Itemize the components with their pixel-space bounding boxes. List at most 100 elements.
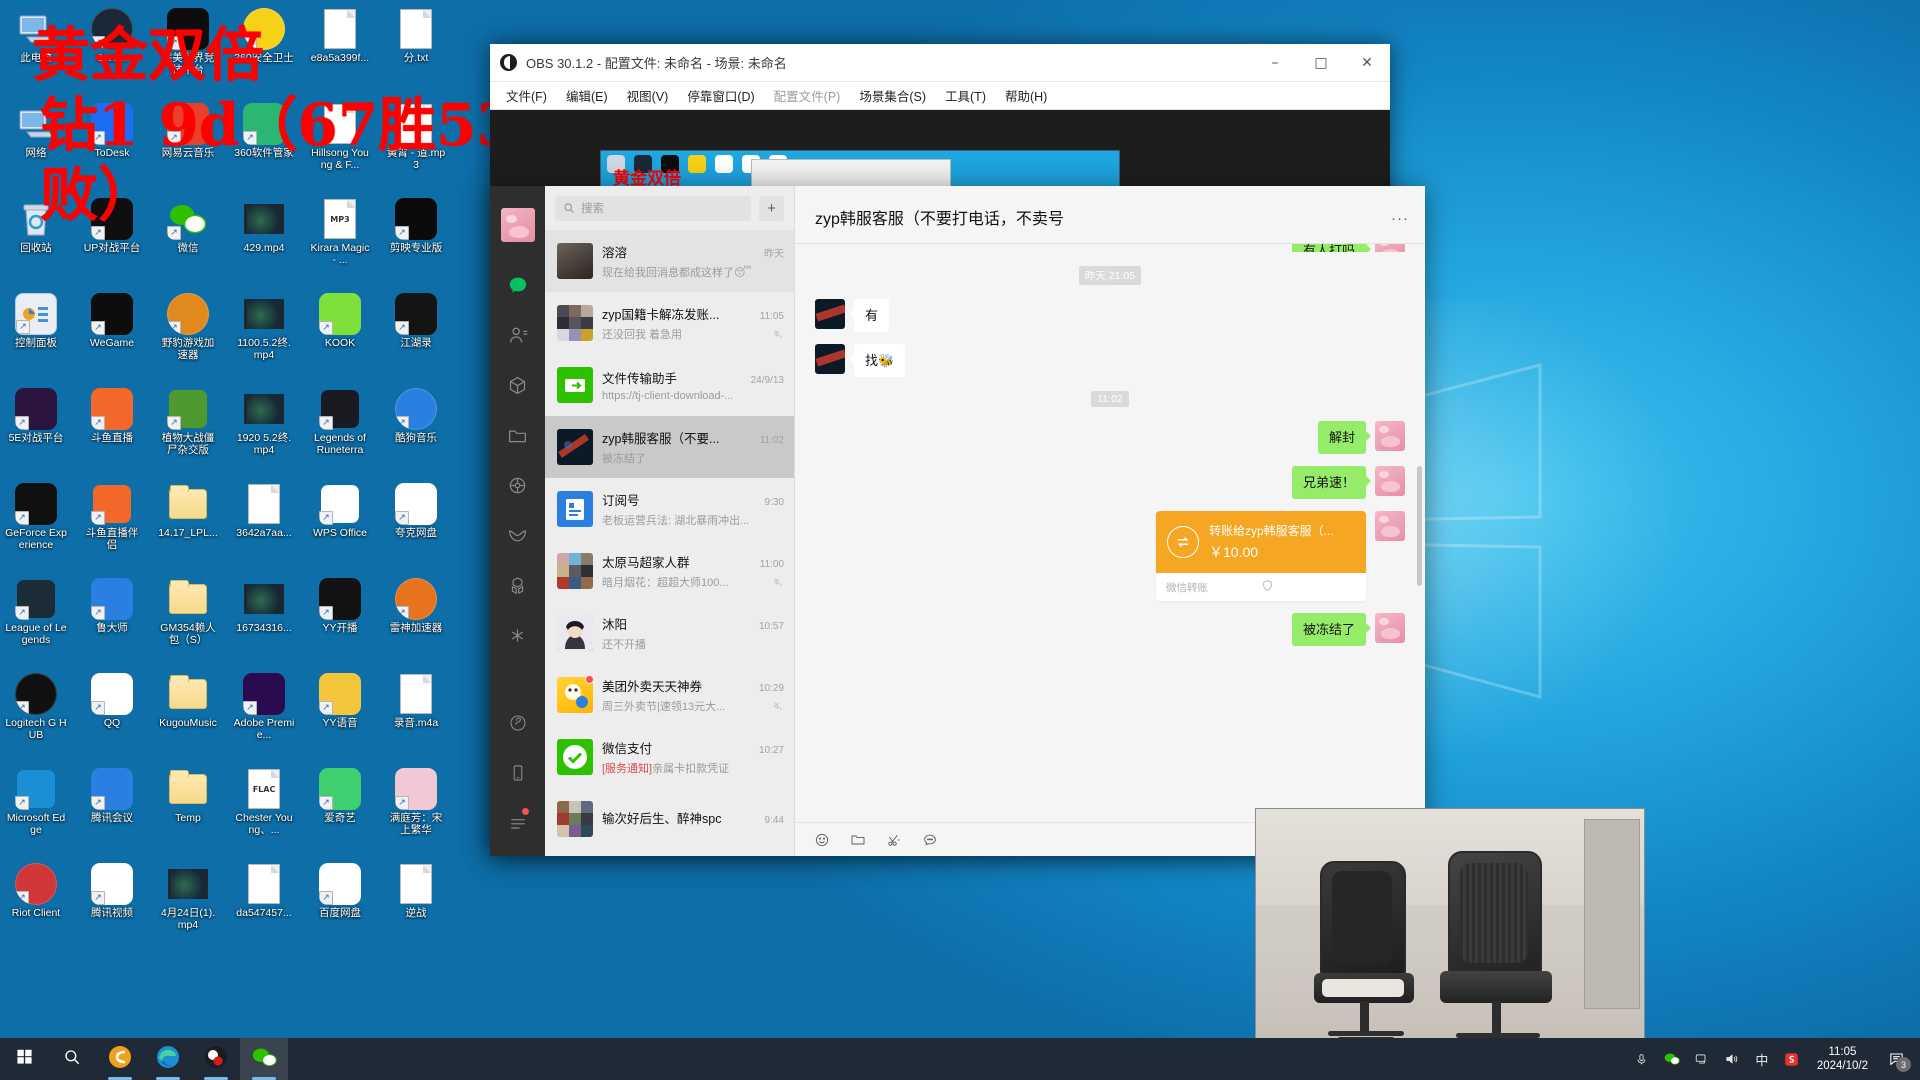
obs-close-button[interactable]: ✕ xyxy=(1344,44,1390,82)
obs-minimize-button[interactable]: – xyxy=(1252,44,1298,82)
wechat-search-row[interactable]: 搜索 + xyxy=(545,186,794,230)
desktop-icon[interactable]: 429.mp4 xyxy=(233,198,295,293)
add-button[interactable]: + xyxy=(759,195,784,221)
desktop-icon[interactable]: ↗ Microsoft Edge xyxy=(5,768,67,863)
desktop-icon[interactable]: ↗ 酷狗音乐 xyxy=(385,388,447,483)
desktop-icon[interactable]: ↗ ToDesk xyxy=(81,103,143,198)
desktop-icon[interactable]: ↗ 满庭芳：宋上繁华 xyxy=(385,768,447,863)
desktop-icon[interactable]: 16734316... xyxy=(233,578,295,673)
desktop-icon[interactable]: ↗ 控制面板 xyxy=(5,293,67,388)
desktop-icon[interactable]: ↗ 腾讯视频 xyxy=(81,863,143,958)
action-center-button[interactable]: 3 xyxy=(1878,1038,1914,1080)
taskbar-wechat[interactable] xyxy=(240,1038,288,1080)
desktop-icon[interactable]: Hillsong Young & F... xyxy=(309,103,371,198)
desktop-icon[interactable]: ↗ 微信 xyxy=(157,198,219,293)
desktop-icon[interactable]: MP3 Kirara Magic - ... xyxy=(309,198,371,293)
obs-menu-4[interactable]: 配置文件(P) xyxy=(766,82,849,109)
start-button[interactable] xyxy=(0,1038,48,1080)
desktop-icon[interactable]: 分.txt xyxy=(385,8,447,103)
desktop-icon[interactable]: GM354赖人包（S） xyxy=(157,578,219,673)
microphone-icon[interactable] xyxy=(1627,1038,1657,1080)
desktop-icon-grid[interactable]: 此电脑 ↗ Steam ↗ 完美世界竞技平台 ↗ 360安全卫士 e8a5a399f... 分.… xyxy=(0,0,470,1030)
desktop-icon[interactable]: ↗ 5E对战平台 xyxy=(5,388,67,483)
taskbar[interactable]: 中 11:05 2024/10/2 3 xyxy=(0,1038,1920,1080)
chat-list-item[interactable]: 美团外卖天天神券 10:29 周三外卖节|速领13元大... xyxy=(545,664,794,726)
chat-list-item[interactable]: 微信支付 10:27 [服务通知]亲属卡扣款凭证 xyxy=(545,726,794,788)
desktop-icon[interactable]: 录音.m4a xyxy=(385,673,447,768)
desktop-icon[interactable]: 3642a7aa... xyxy=(233,483,295,578)
desktop-icon[interactable]: 黄霄 - 道.mp3 xyxy=(385,103,447,198)
message-avatar[interactable] xyxy=(815,344,845,374)
desktop-icon[interactable]: 14.17_LPL... xyxy=(157,483,219,578)
desktop-icon[interactable]: ↗ 360安全卫士 xyxy=(233,8,295,103)
message-bubble[interactable]: 有 xyxy=(848,299,890,332)
obs-menu-0[interactable]: 文件(F) xyxy=(498,82,555,109)
conversation-more-button[interactable]: ··· xyxy=(1391,210,1409,243)
message-avatar[interactable] xyxy=(1375,466,1405,496)
desktop-icon[interactable]: ↗ 360软件管家 xyxy=(233,103,295,198)
desktop-icon[interactable]: ↗ 江湖录 xyxy=(385,293,447,388)
obs-menu-1[interactable]: 编辑(E) xyxy=(558,82,616,109)
chat-list-item[interactable]: 沐阳 10:57 还不开播 xyxy=(545,602,794,664)
desktop-icon[interactable]: ↗ 完美世界竞技平台 xyxy=(157,8,219,103)
volume-icon[interactable] xyxy=(1717,1038,1747,1080)
desktop-icon[interactable]: ↗ 夸克网盘 xyxy=(385,483,447,578)
obs-menu-2[interactable]: 视图(V) xyxy=(619,82,677,109)
desktop-icon[interactable]: ↗ YY开播 xyxy=(309,578,371,673)
message-avatar[interactable] xyxy=(1375,511,1405,541)
scissors-icon[interactable] xyxy=(885,831,903,849)
obs-menu-6[interactable]: 工具(T) xyxy=(937,82,994,109)
wechat-tray-icon[interactable] xyxy=(1657,1038,1687,1080)
clock[interactable]: 11:05 2024/10/2 xyxy=(1807,1045,1878,1073)
system-tray[interactable]: 中 11:05 2024/10/2 3 xyxy=(1627,1038,1920,1080)
user-avatar[interactable] xyxy=(500,208,535,242)
taskbar-pinned-items[interactable] xyxy=(0,1038,288,1080)
desktop-icon[interactable]: ↗ Adobe Premie... xyxy=(233,673,295,768)
folder-icon[interactable] xyxy=(849,831,867,849)
desktop-icon[interactable]: 逆战 xyxy=(385,863,447,958)
files-icon[interactable] xyxy=(501,418,535,452)
chat-list-item[interactable]: 文件传输助手 24/9/13 https://tj-client-download-… xyxy=(545,354,794,416)
chat-icon[interactable] xyxy=(501,268,535,302)
desktop-icon[interactable]: e8a5a399f... xyxy=(309,8,371,103)
desktop-icon[interactable]: ↗ WPS Office xyxy=(309,483,371,578)
desktop-icon[interactable]: ↗ 斗鱼直播伴侣 xyxy=(81,483,143,578)
message-bubble[interactable]: 找🐝 xyxy=(848,344,906,377)
sogou-ime-icon[interactable] xyxy=(1777,1038,1807,1080)
desktop-icon[interactable]: ↗ QQ xyxy=(81,673,143,768)
desktop-icon[interactable]: ↗ YY语音 xyxy=(309,673,371,768)
message-avatar[interactable] xyxy=(1375,421,1405,451)
obs-maximize-button[interactable]: □ xyxy=(1298,44,1344,82)
desktop-icon[interactable]: 1920 5.2终.mp4 xyxy=(233,388,295,483)
emoji-icon[interactable] xyxy=(813,831,831,849)
message-bubble[interactable]: 解封 xyxy=(1317,421,1372,454)
top-stories-icon[interactable] xyxy=(501,618,535,652)
favorites-icon[interactable] xyxy=(501,368,535,402)
settings-menu-icon[interactable] xyxy=(501,806,535,840)
transfer-card[interactable]: 转账给zyp韩服客服（... ￥10.00 微信转账 xyxy=(1156,511,1366,601)
desktop-icon[interactable]: KugouMusic xyxy=(157,673,219,768)
desktop-icon[interactable]: 此电脑 xyxy=(5,8,67,103)
desktop-icon[interactable]: 网络 xyxy=(5,103,67,198)
obs-menu-7[interactable]: 帮助(H) xyxy=(997,82,1055,109)
wechat-chat-list-panel[interactable]: 搜索 + 溶溶 昨天 现在给我回消息都成这样了😴 zyp国籍卡解冻发账... 11:05… xyxy=(545,186,795,856)
chat-list-item[interactable]: 溶溶 昨天 现在给我回消息都成这样了😴 xyxy=(545,230,794,292)
desktop-icon[interactable]: ↗ 雷神加速器 xyxy=(385,578,447,673)
chat-list-item[interactable]: 订阅号 9:30 老板运营兵法: 湖北暴雨冲出... xyxy=(545,478,794,540)
taskbar-obs[interactable] xyxy=(192,1038,240,1080)
message-avatar[interactable] xyxy=(815,299,845,329)
ime-icon[interactable]: 中 xyxy=(1747,1038,1777,1080)
moments-icon[interactable] xyxy=(501,468,535,502)
desktop-icon[interactable]: ↗ WeGame xyxy=(81,293,143,388)
wechat-window[interactable]: 搜索 + 溶溶 昨天 现在给我回消息都成这样了😴 zyp国籍卡解冻发账... 11:05… xyxy=(490,186,1425,856)
desktop-icon[interactable]: ↗ 百度网盘 xyxy=(309,863,371,958)
desktop-icon[interactable]: FLAC Chester Young、... xyxy=(233,768,295,863)
message-list[interactable]: 有人打吗 昨天 21:05 有找🐝 11:02 解封 兄弟速！ 转账给zyp韩服客服（...… xyxy=(795,244,1425,822)
desktop-icon[interactable]: ↗ 野豹游戏加速器 xyxy=(157,293,219,388)
desktop-icon[interactable]: 4月24日(1).mp4 xyxy=(157,863,219,958)
desktop-icon[interactable]: Temp xyxy=(157,768,219,863)
desktop-icon[interactable]: ↗ KOOK xyxy=(309,293,371,388)
contacts-icon[interactable] xyxy=(501,318,535,352)
chat-history-icon[interactable] xyxy=(921,831,939,849)
taskbar-edge[interactable] xyxy=(144,1038,192,1080)
